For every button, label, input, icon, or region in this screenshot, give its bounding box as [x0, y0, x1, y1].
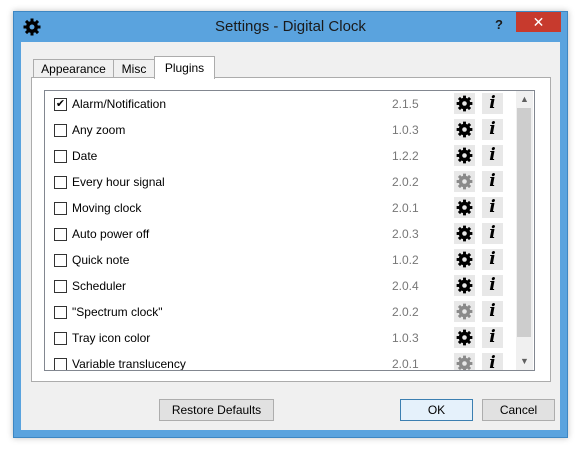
plugin-enable-checkbox[interactable] — [54, 124, 67, 137]
scroll-down-icon[interactable]: ▼ — [516, 353, 533, 370]
plugin-name: Auto power off — [72, 227, 150, 241]
plugin-info-icon[interactable]: i — [482, 249, 503, 270]
window-title: Settings - Digital Clock — [215, 18, 366, 35]
plugin-name: Moving clock — [72, 201, 142, 215]
plugin-version: 1.0.2 — [392, 253, 419, 267]
plugin-settings-gear-icon[interactable] — [454, 119, 475, 140]
plugin-version: 1.2.2 — [392, 149, 419, 163]
plugin-enable-checkbox[interactable] — [54, 358, 67, 370]
tab-plugins[interactable]: Plugins — [154, 56, 215, 79]
plugin-enable-checkbox[interactable] — [54, 280, 67, 293]
plugin-name: Quick note — [72, 253, 130, 267]
plugin-settings-gear-icon[interactable] — [454, 275, 475, 296]
plugin-name: "Spectrum clock" — [72, 305, 163, 319]
settings-window: Settings - Digital Clock ? ✕ Appearance … — [13, 11, 568, 438]
ok-button[interactable]: OK — [400, 399, 473, 421]
cancel-button[interactable]: Cancel — [482, 399, 555, 421]
plugin-version: 2.0.1 — [392, 201, 419, 215]
title-bar[interactable]: Settings - Digital Clock ? ✕ — [14, 12, 567, 42]
plugin-name: Scheduler — [72, 279, 127, 293]
plugin-enable-checkbox[interactable] — [54, 228, 67, 241]
plugin-row[interactable]: Scheduler 2.0.4 i — [45, 273, 515, 299]
plugin-info-icon[interactable]: i — [482, 145, 503, 166]
plugin-name: Variable translucency — [72, 357, 186, 371]
plugin-list[interactable]: ▲ ▼ ✔ Alarm/Notification 2.1.5 i Any zoom 1.0… — [44, 90, 535, 371]
plugin-enable-checkbox[interactable] — [54, 176, 67, 189]
plugin-settings-gear-icon — [454, 353, 475, 370]
plugin-enable-checkbox[interactable] — [54, 254, 67, 267]
plugin-settings-gear-icon[interactable] — [454, 197, 475, 218]
plugin-row[interactable]: Moving clock 2.0.1 i — [45, 195, 515, 221]
plugin-version: 2.0.2 — [392, 175, 419, 189]
plugin-settings-gear-icon — [454, 171, 475, 192]
plugin-settings-gear-icon[interactable] — [454, 327, 475, 348]
plugin-info-icon[interactable]: i — [482, 93, 503, 114]
plugin-info-icon[interactable]: i — [482, 301, 503, 322]
dialog-body: Appearance Misc Plugins ▲ ▼ ✔ Alarm/Notif… — [21, 42, 560, 430]
plugin-name: Any zoom — [72, 123, 126, 137]
plugin-enable-checkbox[interactable] — [54, 306, 67, 319]
plugin-settings-gear-icon[interactable] — [454, 145, 475, 166]
plugin-version: 2.0.3 — [392, 227, 419, 241]
plugin-settings-gear-icon[interactable] — [454, 223, 475, 244]
plugin-enable-checkbox[interactable] — [54, 332, 67, 345]
tab-misc[interactable]: Misc — [113, 59, 155, 78]
close-button[interactable]: ✕ — [516, 12, 561, 32]
help-button[interactable]: ? — [495, 17, 503, 32]
plugin-row[interactable]: Any zoom 1.0.3 i — [45, 117, 515, 143]
plugin-info-icon[interactable]: i — [482, 275, 503, 296]
plugin-info-icon[interactable]: i — [482, 197, 503, 218]
plugins-pane: ▲ ▼ ✔ Alarm/Notification 2.1.5 i Any zoom 1.0… — [31, 77, 551, 382]
plugin-settings-gear-icon[interactable] — [454, 93, 475, 114]
vertical-scrollbar[interactable]: ▲ ▼ — [516, 91, 533, 370]
plugin-row[interactable]: Variable translucency 2.0.1 i — [45, 351, 515, 371]
plugin-row[interactable]: Quick note 1.0.2 i — [45, 247, 515, 273]
scroll-thumb[interactable] — [517, 108, 531, 337]
plugin-name: Every hour signal — [72, 175, 165, 189]
plugin-name: Tray icon color — [72, 331, 151, 345]
plugin-enable-checkbox[interactable] — [54, 202, 67, 215]
scroll-up-icon[interactable]: ▲ — [516, 91, 533, 108]
plugin-info-icon[interactable]: i — [482, 171, 503, 192]
plugin-settings-gear-icon — [454, 301, 475, 322]
plugin-info-icon[interactable]: i — [482, 327, 503, 348]
plugin-row[interactable]: ✔ Alarm/Notification 2.1.5 i — [45, 91, 515, 117]
plugin-row[interactable]: Tray icon color 1.0.3 i — [45, 325, 515, 351]
tab-appearance[interactable]: Appearance — [33, 59, 114, 78]
plugin-name: Alarm/Notification — [72, 97, 167, 111]
plugin-row[interactable]: Every hour signal 2.0.2 i — [45, 169, 515, 195]
plugin-info-icon[interactable]: i — [482, 223, 503, 244]
plugin-version: 2.0.2 — [392, 305, 419, 319]
plugin-version: 1.0.3 — [392, 331, 419, 345]
plugin-row[interactable]: "Spectrum clock" 2.0.2 i — [45, 299, 515, 325]
plugin-version: 1.0.3 — [392, 123, 419, 137]
plugin-name: Date — [72, 149, 98, 163]
plugin-info-icon[interactable]: i — [482, 119, 503, 140]
plugin-version: 2.0.1 — [392, 357, 419, 371]
plugin-version: 2.1.5 — [392, 97, 419, 111]
plugin-row[interactable]: Date 1.2.2 i — [45, 143, 515, 169]
plugin-row[interactable]: Auto power off 2.0.3 i — [45, 221, 515, 247]
plugin-settings-gear-icon[interactable] — [454, 249, 475, 270]
plugin-enable-checkbox[interactable] — [54, 150, 67, 163]
plugin-enable-checkbox[interactable]: ✔ — [54, 98, 67, 111]
plugin-version: 2.0.4 — [392, 279, 419, 293]
restore-defaults-button[interactable]: Restore Defaults — [159, 399, 274, 421]
plugin-info-icon[interactable]: i — [482, 353, 503, 370]
